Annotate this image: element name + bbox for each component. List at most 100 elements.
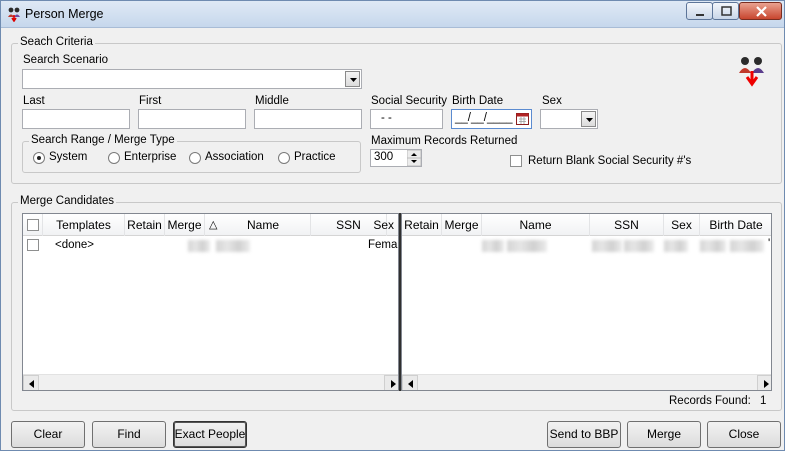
redacted-birth-date (700, 240, 726, 252)
merge-button[interactable]: Merge (627, 421, 701, 448)
row-checkbox[interactable] (27, 239, 39, 251)
range-system-radio[interactable] (33, 152, 45, 164)
middle-name-input[interactable] (254, 109, 362, 129)
social-security-label: Social Security (371, 95, 448, 107)
minimize-button[interactable] (686, 2, 713, 20)
header-merge[interactable]: Merge (165, 214, 205, 236)
search-scenario-dropdown-button[interactable] (345, 71, 360, 87)
sex-dropdown-button[interactable] (581, 111, 596, 127)
header-retain[interactable]: Retain (125, 214, 165, 236)
clear-button[interactable]: Clear (11, 421, 85, 448)
middle-name-label: Middle (255, 95, 289, 107)
range-association-label: Association (205, 151, 264, 163)
redacted-name-part (188, 240, 210, 252)
social-security-value: - - (381, 112, 392, 124)
right-horizontal-scrollbar[interactable] (402, 374, 771, 390)
merge-candidates-legend: Merge Candidates (18, 195, 116, 207)
search-scenario-label: Search Scenario (23, 54, 109, 66)
range-practice-label: Practice (294, 151, 336, 163)
first-name-label: First (139, 95, 162, 107)
redacted-name-part (482, 240, 504, 252)
last-name-label: Last (23, 95, 45, 107)
row-template-cell: <done> (55, 239, 95, 251)
social-security-input[interactable]: - - (370, 109, 443, 129)
birth-date-label: Birth Date (452, 95, 504, 107)
header-templates[interactable]: Templates (43, 214, 125, 236)
header-name-label: Name (247, 218, 280, 232)
maximize-icon (721, 6, 732, 16)
candidates-left-grid[interactable]: Templates Retain Merge △ Name SSN Sex <d… (22, 213, 399, 391)
range-system-label: System (49, 151, 88, 163)
select-all-cell[interactable] (23, 214, 43, 236)
range-enterprise-label: Enterprise (124, 151, 177, 163)
table-row[interactable]: <done> Fema (23, 236, 398, 254)
spinner-arrows-icon[interactable] (407, 150, 421, 166)
header-name[interactable]: △ Name (205, 214, 311, 236)
person-merge-icon (739, 57, 764, 87)
header-birth-date[interactable]: Birth Date (700, 214, 771, 236)
redacted-name-part (507, 240, 547, 252)
redacted-sex (664, 240, 688, 252)
header-retain[interactable]: Retain (402, 214, 442, 236)
last-name-input[interactable] (22, 109, 130, 129)
return-blank-ssn-label: Return Blank Social Security #'s (528, 155, 692, 167)
max-records-value: 300 (374, 151, 394, 163)
header-name[interactable]: Name (482, 214, 590, 236)
scroll-right-button[interactable] (757, 375, 771, 390)
scroll-left-button[interactable] (23, 375, 39, 390)
scroll-right-button[interactable] (384, 375, 398, 390)
redacted-name-part (216, 240, 250, 252)
minimize-icon (696, 14, 704, 16)
header-merge[interactable]: Merge (442, 214, 482, 236)
return-blank-ssn-checkbox[interactable] (510, 155, 522, 167)
row-sex-cell: Fema (368, 239, 398, 251)
header-sex[interactable]: Sex (664, 214, 700, 236)
sex-label: Sex (542, 95, 562, 107)
header-ssn[interactable]: SSN (590, 214, 664, 236)
exact-people-button[interactable]: Exact People (173, 421, 247, 448)
left-grid-header: Templates Retain Merge △ Name SSN Sex (23, 214, 398, 236)
header-sex[interactable]: Sex (367, 214, 398, 236)
title-bar[interactable]: Person Merge (1, 1, 784, 28)
row-overflow-mark: ' (768, 238, 771, 250)
candidates-right-grid[interactable]: Retain Merge Name SSN Sex Birth Date ' (401, 213, 772, 391)
redacted-ssn (592, 240, 622, 252)
max-records-label: Maximum Records Returned (371, 135, 518, 147)
first-name-input[interactable] (138, 109, 246, 129)
close-window-button[interactable] (739, 2, 782, 20)
close-icon (756, 6, 767, 17)
search-criteria-legend: Seach Criteria (18, 36, 95, 48)
send-to-bbp-button[interactable]: Send to BBP (547, 421, 621, 448)
left-horizontal-scrollbar[interactable] (23, 374, 398, 390)
sort-ascending-icon: △ (209, 219, 218, 231)
arrow-left-icon (408, 380, 413, 388)
search-range-legend: Search Range / Merge Type (29, 134, 177, 146)
range-enterprise-radio[interactable] (108, 152, 120, 164)
records-found-label: Records Found: (669, 395, 751, 407)
right-grid-header: Retain Merge Name SSN Sex Birth Date (402, 214, 771, 236)
arrow-right-icon (391, 380, 396, 388)
select-all-checkbox[interactable] (27, 219, 39, 231)
window-title: Person Merge (25, 7, 104, 21)
close-button[interactable]: Close (707, 421, 781, 448)
person-merge-window: Person Merge Seach Criteria Search Scena… (0, 0, 785, 451)
redacted-birth-date (730, 240, 764, 252)
range-practice-radio[interactable] (278, 152, 290, 164)
range-association-radio[interactable] (189, 152, 201, 164)
max-records-spinner[interactable]: 300 (370, 149, 422, 167)
chevron-down-icon (586, 118, 593, 122)
chevron-down-icon (350, 78, 357, 82)
calendar-icon[interactable] (516, 112, 529, 126)
table-row[interactable]: ' (402, 236, 771, 254)
find-button[interactable]: Find (92, 421, 166, 448)
records-found-count: 1 (760, 395, 767, 407)
birth-date-input[interactable]: __/__/____ (451, 109, 532, 129)
arrow-right-icon (764, 380, 769, 388)
search-scenario-select[interactable] (22, 69, 362, 89)
scroll-left-button[interactable] (402, 375, 418, 390)
maximize-button[interactable] (712, 2, 739, 20)
person-merge-app-icon (8, 7, 20, 22)
arrow-left-icon (29, 380, 34, 388)
sex-select[interactable] (540, 109, 598, 129)
birth-date-value: __/__/____ (455, 112, 513, 124)
